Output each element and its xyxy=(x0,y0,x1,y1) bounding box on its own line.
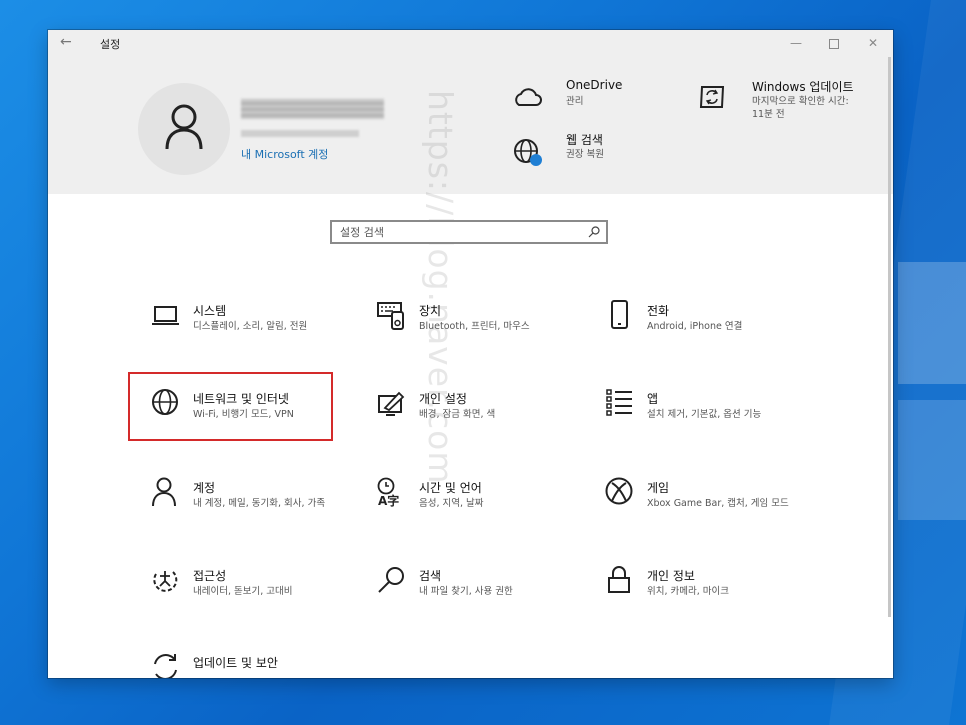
refresh-icon xyxy=(154,654,177,678)
devices-icon xyxy=(377,302,404,330)
search-icon xyxy=(588,226,600,238)
apps-list-icon xyxy=(606,389,632,416)
windows-update-subtitle: 마지막으로 확인한 시간: 11분 전 xyxy=(752,96,849,120)
wallpaper-pane xyxy=(898,400,966,520)
globe-icon xyxy=(514,139,542,166)
search-input[interactable] xyxy=(340,224,580,240)
tile-title: 게임 xyxy=(647,481,670,495)
tile-privacy[interactable]: 개인 정보 위치, 카메라, 마이크 xyxy=(605,565,815,635)
tile-subtitle: Bluetooth, 프린터, 마우스 xyxy=(419,321,530,332)
tile-subtitle: 디스플레이, 소리, 알림, 전원 xyxy=(193,321,308,332)
scrollbar[interactable] xyxy=(888,57,891,617)
tile-time-language[interactable]: A字 시간 및 언어 음성, 지역, 날짜 xyxy=(377,477,587,547)
maximize-button[interactable] xyxy=(819,33,849,53)
tile-subtitle: 내 계정, 메일, 동기화, 회사, 가족 xyxy=(193,498,326,509)
tile-title: 개인 정보 xyxy=(647,569,695,583)
tile-accounts[interactable]: 계정 내 계정, 메일, 동기화, 회사, 가족 xyxy=(151,477,361,547)
laptop-icon xyxy=(152,306,179,325)
accessibility-icon xyxy=(153,571,178,592)
windows-update-title: Windows 업데이트 xyxy=(752,80,854,94)
person-icon xyxy=(152,477,176,507)
personalization-icon xyxy=(378,391,405,416)
tile-title: 장치 xyxy=(419,304,442,318)
tile-title: 전화 xyxy=(647,304,670,318)
tile-gaming[interactable]: 게임 Xbox Game Bar, 캡처, 게임 모드 xyxy=(605,477,815,547)
tile-title: 앱 xyxy=(647,392,659,406)
onedrive-subtitle: 관리 xyxy=(566,96,584,107)
maximize-icon xyxy=(829,38,839,49)
window-title: 설정 xyxy=(100,38,121,51)
tile-title: 접근성 xyxy=(193,569,227,583)
web-search-subtitle: 권장 복원 xyxy=(566,149,604,160)
tile-subtitle: 음성, 지역, 날짜 xyxy=(419,498,484,509)
tile-subtitle: 설치 제거, 기본값, 옵션 기능 xyxy=(647,409,762,420)
close-button[interactable]: ✕ xyxy=(858,33,888,53)
web-search-title: 웹 검색 xyxy=(566,133,603,147)
search-icon xyxy=(378,567,404,593)
windows-update-item[interactable]: Windows 업데이트 마지막으로 확인한 시간: 11분 전 xyxy=(698,78,868,128)
tile-phone[interactable]: 전화 Android, iPhone 연결 xyxy=(605,300,815,370)
tile-title: 개인 설정 xyxy=(419,392,467,406)
blurred-user-email xyxy=(241,130,359,137)
minimize-button[interactable]: — xyxy=(781,33,811,53)
tile-apps[interactable]: 앱 설치 제거, 기본값, 옵션 기능 xyxy=(605,388,815,458)
tile-subtitle: 위치, 카메라, 마이크 xyxy=(647,586,729,597)
avatar[interactable] xyxy=(138,83,230,175)
back-button[interactable]: ← xyxy=(60,34,72,50)
blurred-user-name xyxy=(241,99,384,119)
tile-devices[interactable]: 장치 Bluetooth, 프린터, 마우스 xyxy=(377,300,587,370)
tile-update-security[interactable]: 업데이트 및 보안 xyxy=(151,652,361,678)
tile-subtitle: Xbox Game Bar, 캡처, 게임 모드 xyxy=(647,498,789,509)
onedrive-title: OneDrive xyxy=(566,78,623,92)
title-bar: ← 설정 — ✕ xyxy=(48,30,893,57)
update-icon xyxy=(699,86,725,108)
microsoft-account-link[interactable]: 내 Microsoft 계정 xyxy=(241,146,328,162)
wallpaper-pane xyxy=(898,262,966,384)
tile-search[interactable]: 검색 내 파일 찾기, 사용 권한 xyxy=(377,565,587,635)
lock-icon xyxy=(608,566,630,593)
account-header: 내 Microsoft 계정 OneDrive 관리 웹 검색 권장 복원 Wi… xyxy=(48,57,893,194)
tile-title: 시간 및 언어 xyxy=(419,481,482,495)
tile-personalization[interactable]: 개인 설정 배경, 잠금 화면, 색 xyxy=(377,388,587,458)
tile-subtitle: 배경, 잠금 화면, 색 xyxy=(419,409,496,420)
phone-icon xyxy=(611,300,628,329)
settings-window: ← 설정 — ✕ 내 Microsoft 계정 OneDrive 관리 웹 검색… xyxy=(48,30,893,678)
tile-title: 시스템 xyxy=(193,304,227,318)
svg-text:A字: A字 xyxy=(378,493,399,507)
highlight-box xyxy=(128,372,333,441)
xbox-icon xyxy=(605,477,633,505)
web-search-item[interactable]: 웹 검색 권장 복원 xyxy=(512,131,672,171)
tile-subtitle: 내 파일 찾기, 사용 권한 xyxy=(419,586,513,597)
settings-search-box[interactable] xyxy=(330,220,608,244)
tile-title: 검색 xyxy=(419,569,442,583)
person-icon xyxy=(165,104,203,150)
tile-subtitle: 내레이터, 돋보기, 고대비 xyxy=(193,586,293,597)
tile-system[interactable]: 시스템 디스플레이, 소리, 알림, 전원 xyxy=(151,300,361,370)
tile-subtitle: Android, iPhone 연결 xyxy=(647,321,743,332)
tile-accessibility[interactable]: 접근성 내레이터, 돋보기, 고대비 xyxy=(151,565,361,635)
tile-title: 업데이트 및 보안 xyxy=(193,656,278,670)
time-language-icon: A字 xyxy=(377,477,399,507)
cloud-icon xyxy=(515,88,542,106)
onedrive-item[interactable]: OneDrive 관리 xyxy=(512,78,672,118)
tile-title: 계정 xyxy=(193,481,216,495)
